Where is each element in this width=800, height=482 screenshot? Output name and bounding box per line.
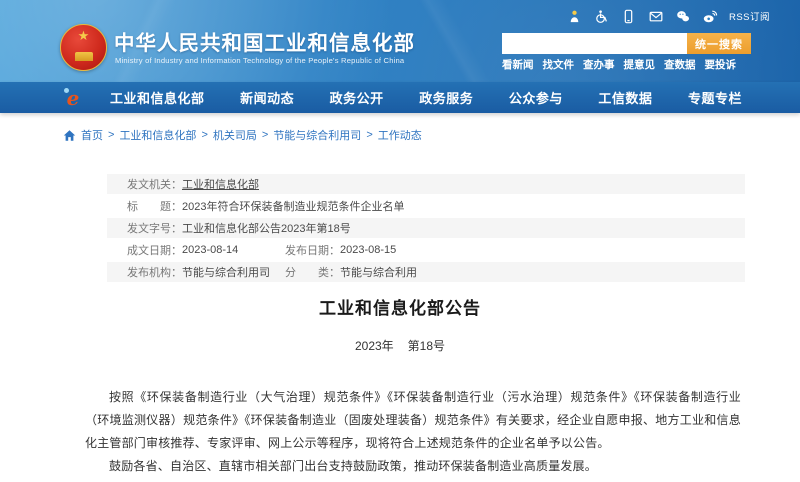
meta-value-publisher: 节能与综合利用司 <box>182 264 270 280</box>
meta-value-issuing-authority[interactable]: 工业和信息化部 <box>182 176 259 192</box>
announcement-doc-number: 2023年第18号 <box>0 337 800 354</box>
sign-language-icon[interactable] <box>567 8 583 24</box>
quick-link-news[interactable]: 看新闻 <box>502 57 534 72</box>
nav-item-data[interactable]: 工信数据 <box>598 88 652 107</box>
quick-link-files[interactable]: 找文件 <box>543 57 575 72</box>
meta-row-dates: 成文日期： 2023-08-14 发布日期： 2023-08-15 <box>107 240 745 260</box>
breadcrumb-separator: > <box>262 129 268 141</box>
emblem-star-icon: ★ <box>61 29 106 42</box>
nav-items: 工业和信息化部 新闻动态 政务公开 政务服务 公众参与 工信数据 专题专栏 <box>110 88 742 107</box>
breadcrumb-miit[interactable]: 工业和信息化部 <box>119 127 196 143</box>
site-subtitle-english: Ministry of Industry and Information Tec… <box>115 56 404 65</box>
meta-label: 发布机构： <box>127 264 182 280</box>
body-paragraph-1: 按照《环保装备制造行业（大气治理）规范条件》《环保装备制造行业（污水治理）规范条… <box>85 386 741 455</box>
meta-value-title: 2023年符合环保装备制造业规范条件企业名单 <box>182 198 404 214</box>
meta-label: 分 类： <box>285 264 340 280</box>
breadcrumb-energy-dept[interactable]: 节能与综合利用司 <box>273 127 361 143</box>
meta-row-publisher: 发布机构： 节能与综合利用司 分 类： 节能与综合利用 <box>107 262 745 282</box>
doc-year: 2023年 <box>355 339 394 353</box>
breadcrumb-home[interactable]: 首页 <box>81 127 103 143</box>
nav-item-special-topics[interactable]: 专题专栏 <box>688 88 742 107</box>
quick-link-complaints[interactable]: 要投诉 <box>705 57 737 72</box>
quick-link-services[interactable]: 查办事 <box>583 57 615 72</box>
national-emblem-graphic: ★ <box>60 24 107 71</box>
main-nav-bar: e 工业和信息化部 新闻动态 政务公开 政务服务 公众参与 工信数据 专题专栏 <box>0 82 800 113</box>
breadcrumb-departments[interactable]: 机关司局 <box>213 127 257 143</box>
wechat-icon[interactable] <box>675 8 691 24</box>
emblem-gate-icon <box>75 52 93 61</box>
quick-link-data[interactable]: 查数据 <box>664 57 696 72</box>
weibo-icon[interactable] <box>702 8 718 24</box>
nav-item-news[interactable]: 新闻动态 <box>240 88 294 107</box>
meta-label: 发文字号： <box>127 220 182 236</box>
meta-value-category: 节能与综合利用 <box>340 264 417 280</box>
meta-label: 发文机关： <box>127 176 182 192</box>
meta-label: 成文日期： <box>127 242 182 258</box>
miit-announcement-page: RSS订阅 ★ 中华人民共和国工业和信息化部 Ministry of Indus… <box>0 0 800 482</box>
meta-value-publish-date: 2023-08-15 <box>340 244 396 256</box>
national-emblem[interactable]: ★ <box>60 24 109 76</box>
meta-row-issuing-authority: 发文机关： 工业和信息化部 <box>107 174 745 194</box>
announcement-title: 工业和信息化部公告 <box>0 294 800 319</box>
nav-item-gov-disclosure[interactable]: 政务公开 <box>330 88 384 107</box>
breadcrumb: 首页 > 工业和信息化部 > 机关司局 > 节能与综合利用司 > 工作动态 <box>63 127 422 143</box>
search-quick-links: 看新闻 找文件 查办事 提意见 查数据 要投诉 <box>502 57 736 72</box>
search-input[interactable] <box>502 33 687 54</box>
nav-item-gov-services[interactable]: 政务服务 <box>419 88 473 107</box>
rss-subscribe-link[interactable]: RSS订阅 <box>729 9 770 23</box>
body-paragraph-2: 鼓励各省、自治区、直辖市相关部门出台支持鼓励政策，推动环保装备制造业高质量发展。 <box>85 455 741 478</box>
doc-number: 第18号 <box>408 339 445 353</box>
unified-search: 统一搜索 <box>502 33 751 54</box>
meta-row-title: 标 题： 2023年符合环保装备制造业规范条件企业名单 <box>107 196 745 216</box>
miit-e-logo-icon[interactable]: e <box>62 87 84 109</box>
nav-item-public-participation[interactable]: 公众参与 <box>509 88 563 107</box>
nav-item-miit[interactable]: 工业和信息化部 <box>110 88 205 107</box>
breadcrumb-separator: > <box>366 129 372 141</box>
breadcrumb-separator: > <box>108 129 114 141</box>
meta-value-doc-number: 工业和信息化部公告2023年第18号 <box>182 220 351 236</box>
mobile-version-icon[interactable] <box>621 8 637 24</box>
wheelchair-accessibility-icon[interactable] <box>594 8 610 24</box>
site-title[interactable]: 中华人民共和国工业和信息化部 <box>114 26 415 56</box>
quick-link-opinions[interactable]: 提意见 <box>624 57 656 72</box>
header-utility-icons: RSS订阅 <box>567 8 770 24</box>
mail-icon[interactable] <box>648 8 664 24</box>
meta-row-doc-number: 发文字号： 工业和信息化部公告2023年第18号 <box>107 218 745 238</box>
site-header-banner: RSS订阅 ★ 中华人民共和国工业和信息化部 Ministry of Indus… <box>0 0 800 82</box>
meta-value-written-date: 2023-08-14 <box>182 244 238 256</box>
search-button[interactable]: 统一搜索 <box>687 33 751 54</box>
meta-label: 标 题： <box>127 198 182 214</box>
meta-label: 发布日期： <box>285 242 340 258</box>
home-icon[interactable] <box>63 129 76 142</box>
breadcrumb-work-updates[interactable]: 工作动态 <box>378 127 422 143</box>
breadcrumb-separator: > <box>201 129 207 141</box>
announcement-body: 按照《环保装备制造行业（大气治理）规范条件》《环保装备制造行业（污水治理）规范条… <box>85 386 741 478</box>
document-meta-table: 发文机关： 工业和信息化部 标 题： 2023年符合环保装备制造业规范条件企业名… <box>107 174 745 284</box>
